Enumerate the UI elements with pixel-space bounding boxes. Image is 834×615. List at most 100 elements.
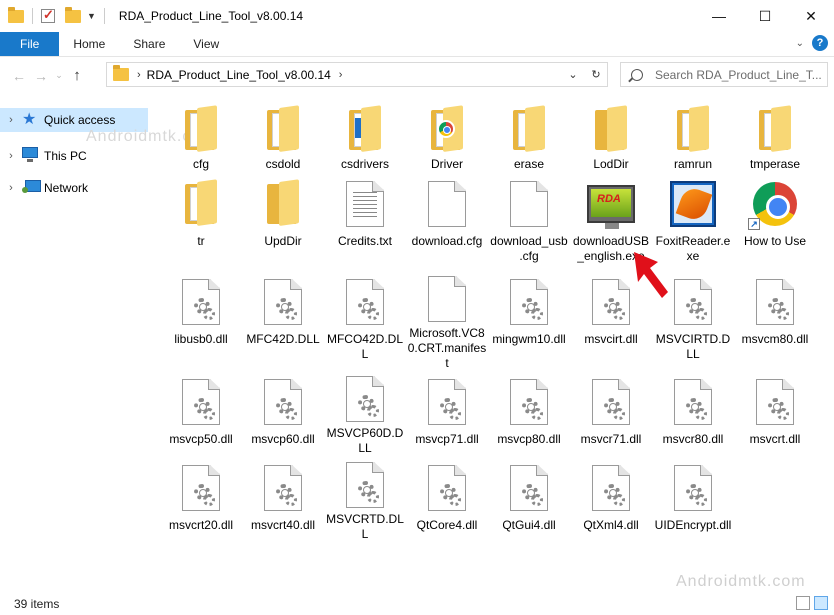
file-item[interactable]: msvcrt.dll xyxy=(734,370,816,456)
file-item[interactable]: erase xyxy=(488,100,570,172)
search-input[interactable]: Search RDA_Product_Line_T... xyxy=(620,62,828,87)
refresh-icon[interactable]: ↻ xyxy=(584,63,607,86)
file-name: msvcr80.dll xyxy=(662,432,724,446)
file-item[interactable]: msvcr71.dll xyxy=(570,370,652,456)
file-name: UIDEncrypt.dll xyxy=(654,518,732,532)
window-controls: — ☐ ✕ xyxy=(696,0,834,32)
folder-icon[interactable] xyxy=(8,6,24,23)
file-item[interactable]: libusb0.dll xyxy=(160,270,242,370)
file-item[interactable]: ramrun xyxy=(652,100,734,172)
back-arrow-icon[interactable]: ← xyxy=(8,68,30,84)
file-item[interactable]: download_usb.cfg xyxy=(488,172,570,270)
chevron-right-icon[interactable]: › xyxy=(339,69,343,81)
file-item[interactable]: msvcrt20.dll xyxy=(160,456,242,542)
expand-chevron-icon[interactable]: › xyxy=(0,114,22,126)
folder-icon xyxy=(174,178,228,230)
file-item[interactable]: QtXml4.dll xyxy=(570,456,652,542)
file-item[interactable]: Credits.txt xyxy=(324,172,406,270)
file-item[interactable]: LodDir xyxy=(570,100,652,172)
dll-file-icon xyxy=(174,276,228,328)
file-item[interactable]: MFC42D.DLL xyxy=(242,270,324,370)
watermark: Androidmtk.com xyxy=(676,573,806,590)
chevron-down-icon[interactable]: ⌄ xyxy=(561,63,584,86)
close-button[interactable]: ✕ xyxy=(788,0,834,32)
foxit-reader-icon xyxy=(666,178,720,230)
star-icon: ★ xyxy=(22,111,37,128)
file-item[interactable]: mingwm10.dll xyxy=(488,270,570,370)
file-item[interactable]: ↗ How to Use xyxy=(734,172,816,270)
chevron-right-icon[interactable]: › xyxy=(137,69,141,81)
file-icon xyxy=(502,178,556,230)
file-item[interactable]: msvcp50.dll xyxy=(160,370,242,456)
file-item[interactable]: msvcm80.dll xyxy=(734,270,816,370)
file-icon xyxy=(420,276,474,322)
dll-file-icon xyxy=(502,276,556,328)
file-name: QtXml4.dll xyxy=(583,518,639,532)
address-path[interactable]: RDA_Product_Line_Tool_v8.00.14 xyxy=(147,68,331,82)
dll-file-icon xyxy=(666,376,720,428)
details-view-icon[interactable] xyxy=(796,596,810,610)
file-name: libusb0.dll xyxy=(174,332,228,346)
file-item[interactable]: msvcp71.dll xyxy=(406,370,488,456)
expand-chevron-icon[interactable]: › xyxy=(0,182,22,194)
file-item[interactable]: csdrivers xyxy=(324,100,406,172)
file-name: QtCore4.dll xyxy=(416,518,478,532)
large-icons-view-icon[interactable] xyxy=(814,596,828,610)
file-name: How to Use xyxy=(743,234,807,248)
properties-icon[interactable] xyxy=(41,7,55,23)
file-name: msvcrt40.dll xyxy=(250,518,315,532)
ribbon-tabs: File Home Share View ⌄ ? xyxy=(0,32,834,57)
file-name: msvcrt20.dll xyxy=(168,518,233,532)
file-item[interactable]: msvcp80.dll xyxy=(488,370,570,456)
file-name: MSVCRTD.DLL xyxy=(326,512,404,541)
file-item[interactable]: cfg xyxy=(160,100,242,172)
file-item[interactable]: QtCore4.dll xyxy=(406,456,488,542)
file-item[interactable]: Driver xyxy=(406,100,488,172)
dll-file-icon xyxy=(338,376,392,422)
maximize-button[interactable]: ☐ xyxy=(742,0,788,32)
file-name: msvcm80.dll xyxy=(741,332,809,346)
file-name: UpdDir xyxy=(264,234,302,248)
tab-file[interactable]: File xyxy=(0,32,60,56)
file-name: msvcp80.dll xyxy=(497,432,561,446)
file-item[interactable]: csdold xyxy=(242,100,324,172)
file-item[interactable]: Microsoft.VC80.CRT.manifest xyxy=(406,270,488,370)
ribbon-right-controls: ⌄ ? xyxy=(796,35,828,51)
file-item[interactable]: MSVCP60D.DLL xyxy=(324,370,406,456)
folder-icon xyxy=(502,104,556,153)
file-item[interactable]: msvcrt40.dll xyxy=(242,456,324,542)
text-file-icon xyxy=(338,178,392,230)
dll-file-icon xyxy=(748,376,802,428)
nav-item-network[interactable]: › Network xyxy=(0,172,148,204)
search-icon xyxy=(631,68,643,81)
tab-share[interactable]: Share xyxy=(119,32,179,56)
tab-view[interactable]: View xyxy=(179,32,233,56)
file-item[interactable]: MSVCRTD.DLL xyxy=(324,456,406,542)
file-item[interactable]: msvcp60.dll xyxy=(242,370,324,456)
recent-locations-chevron-icon[interactable]: ⌄ xyxy=(52,70,66,81)
dll-file-icon xyxy=(256,462,310,514)
up-arrow-icon[interactable]: ↑ xyxy=(66,67,88,84)
address-bar[interactable]: › RDA_Product_Line_Tool_v8.00.14 › ⌄ ↻ xyxy=(106,62,608,87)
dll-file-icon xyxy=(256,276,310,328)
view-toggle xyxy=(796,596,828,610)
navigation-bar: ← → ⌄ ↑ › RDA_Product_Line_Tool_v8.00.14… xyxy=(0,57,834,94)
file-name: MFC42D.DLL xyxy=(246,332,320,346)
help-icon[interactable]: ? xyxy=(812,35,828,51)
customize-toolbar-chevron-icon[interactable]: ▼ xyxy=(87,11,96,21)
file-item[interactable]: msvcr80.dll xyxy=(652,370,734,456)
file-item[interactable]: UpdDir xyxy=(242,172,324,270)
forward-arrow-icon[interactable]: → xyxy=(30,68,52,84)
tab-home[interactable]: Home xyxy=(59,32,119,56)
file-item[interactable]: MFCO42D.DLL xyxy=(324,270,406,370)
minimize-button[interactable]: — xyxy=(696,0,742,32)
file-item[interactable]: tmperase xyxy=(734,100,816,172)
file-item[interactable]: tr xyxy=(160,172,242,270)
file-item[interactable]: download.cfg xyxy=(406,172,488,270)
expand-chevron-icon[interactable]: › xyxy=(0,150,22,162)
file-item[interactable]: QtGui4.dll xyxy=(488,456,570,542)
new-folder-icon[interactable] xyxy=(65,6,81,23)
chevron-down-icon[interactable]: ⌄ xyxy=(796,38,804,49)
file-name: QtGui4.dll xyxy=(502,518,556,532)
file-item[interactable]: UIDEncrypt.dll xyxy=(652,456,734,542)
